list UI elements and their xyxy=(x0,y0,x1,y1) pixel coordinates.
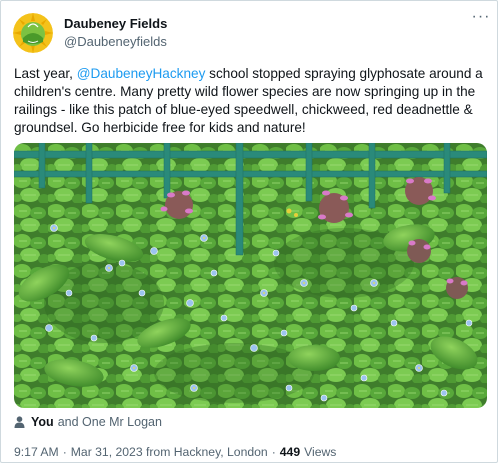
meta-separator: · xyxy=(271,445,276,459)
user-handle[interactable]: @Daubeneyfields xyxy=(64,34,167,49)
mention-link[interactable]: @DaubeneyHackney xyxy=(77,66,206,81)
liked-by: You and One Mr Logan xyxy=(14,415,162,429)
liked-by-you[interactable]: You xyxy=(31,415,54,429)
tweet-card: Daubeney Fields @Daubeneyfields ··· Last… xyxy=(0,0,498,463)
wildflower-railing-image xyxy=(14,143,487,408)
views-label: Views xyxy=(304,445,337,459)
tweet-time[interactable]: 9:17 AM xyxy=(14,445,59,459)
more-options-button[interactable]: ··· xyxy=(470,9,492,27)
views-count: 449 xyxy=(279,445,301,459)
meta-separator: · xyxy=(62,445,67,459)
display-name[interactable]: Daubeney Fields xyxy=(64,16,167,31)
tweet-date-location[interactable]: Mar 31, 2023 from Hackney, London xyxy=(71,445,268,459)
tweet-text-before: Last year, xyxy=(14,66,77,81)
avatar-logo xyxy=(13,13,53,53)
tweet-photo[interactable] xyxy=(14,143,487,408)
tweet-meta: 9:17 AM · Mar 31, 2023 from Hackney, Lon… xyxy=(14,445,336,459)
tweet-text: Last year, @DaubeneyHackney school stopp… xyxy=(14,65,490,137)
liked-by-others[interactable]: and One Mr Logan xyxy=(58,415,162,429)
avatar[interactable] xyxy=(13,13,53,53)
person-icon xyxy=(14,416,25,428)
